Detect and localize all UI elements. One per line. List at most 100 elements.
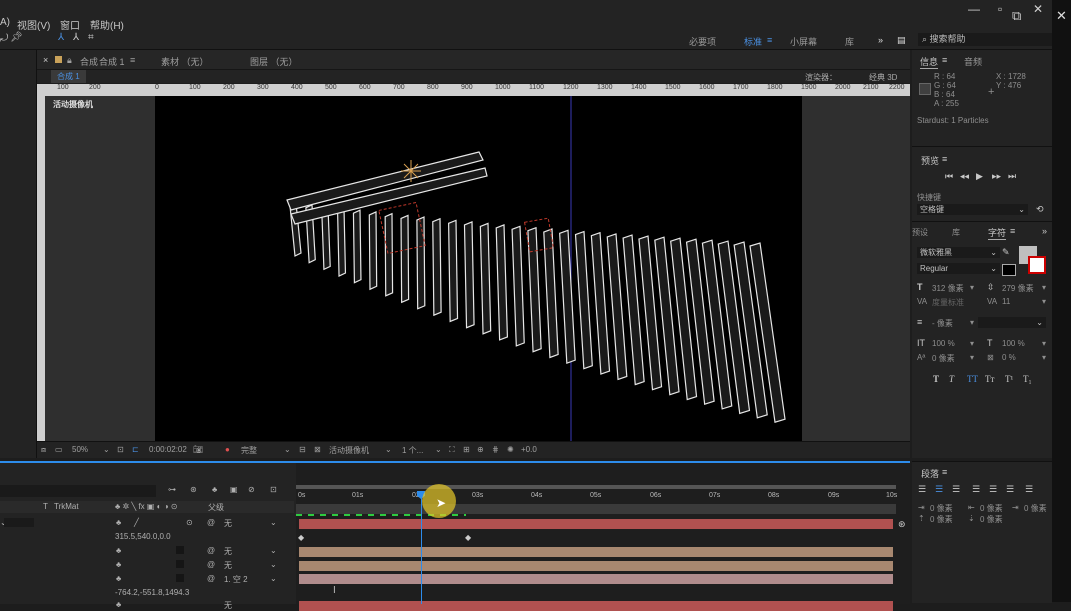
3d-glasses-icon[interactable]: ⛶	[449, 445, 455, 455]
views-select[interactable]: 1 个...	[402, 445, 423, 456]
chevron-down-icon[interactable]: ⌄	[270, 546, 277, 555]
chevron-down-icon[interactable]: ⌄	[270, 560, 277, 569]
workspace-menu-icon[interactable]: ≡	[767, 35, 772, 45]
position-value[interactable]: 315.5,540.0,0.0	[115, 532, 171, 541]
shy-layers-icon[interactable]: ♣	[212, 485, 217, 494]
chevron-down-icon[interactable]: ▾	[1042, 339, 1046, 348]
space-after-value[interactable]: 0 像素	[980, 514, 1003, 525]
pickwhip-icon[interactable]: @	[207, 560, 215, 569]
resolution-select[interactable]: 完整	[241, 445, 257, 456]
shy-icon[interactable]: ♣	[116, 600, 121, 609]
first-frame-icon[interactable]: ⏮	[945, 171, 953, 182]
flowchart-icon[interactable]: ⊞	[463, 445, 470, 454]
composition-viewer[interactable]: 100 200 0 100 200 300 400 500 600 700 80…	[37, 84, 910, 441]
layer-bar-tan[interactable]	[299, 547, 893, 557]
layer-bar-red[interactable]	[299, 519, 893, 529]
menu-view[interactable]: 视图(V)	[17, 17, 50, 32]
prev-frame-icon[interactable]: ◂◂	[960, 171, 969, 182]
faux-bold-button[interactable]: T	[933, 374, 939, 384]
chevron-down-icon[interactable]: ▾	[970, 318, 974, 327]
time-navigator[interactable]	[296, 504, 896, 514]
parent-select[interactable]: 1. 空 2	[224, 574, 248, 585]
menu-help[interactable]: 帮助(H)	[90, 17, 124, 32]
restore-down-icon[interactable]: ⧉	[1012, 8, 1021, 24]
keyframe-icon[interactable]: ◆	[465, 533, 471, 542]
view-dropdown-icon[interactable]: ⌄	[385, 445, 392, 454]
comp-tab-menu-icon[interactable]: ≡	[130, 55, 135, 65]
snapshot-icon[interactable]: 📷︎	[193, 445, 203, 454]
close-panel-icon[interactable]: ✕	[1056, 8, 1067, 24]
pin-tool-icon[interactable]: 📌︎	[10, 32, 23, 43]
roi-icon[interactable]: ⊟	[299, 445, 306, 454]
3d-layer-icon[interactable]: ⊙	[186, 518, 193, 527]
parent-select[interactable]: 无	[224, 560, 232, 571]
fit-icon[interactable]: ⊡	[117, 445, 124, 454]
checkbox[interactable]	[176, 546, 184, 554]
axis-view-icon[interactable]: ⌗	[88, 32, 94, 43]
black-swatch[interactable]	[1002, 264, 1016, 276]
monitor-icon[interactable]: ▭	[55, 445, 63, 454]
shy-icon[interactable]: ♣	[116, 560, 121, 569]
vertical-scale-value[interactable]: 100 %	[932, 339, 955, 348]
minimize-icon[interactable]: —	[968, 2, 980, 16]
more-workspaces-icon[interactable]: »	[878, 35, 883, 45]
character-menu-icon[interactable]: ≡	[1010, 226, 1015, 236]
renderer-value[interactable]: 经典 3D	[869, 72, 897, 83]
mode-dropdown[interactable]	[4, 518, 34, 527]
shortcut-select[interactable]: 空格键 ⌄	[917, 204, 1028, 215]
keyframe-icon[interactable]: ◆	[298, 533, 304, 542]
font-style-select[interactable]: Regular ⌄	[917, 263, 1000, 274]
tracking-value[interactable]: 11	[1002, 297, 1010, 306]
chevron-down-icon[interactable]: ⌄	[270, 574, 277, 583]
restore-icon[interactable]: ▫	[998, 2, 1002, 16]
justify-right-icon[interactable]: ☰	[1006, 484, 1014, 495]
more-icon[interactable]: »	[1042, 226, 1047, 236]
info-menu-icon[interactable]: ≡	[942, 55, 947, 65]
exposure-value[interactable]: +0.0	[521, 445, 537, 454]
chevron-down-icon[interactable]: ▾	[1042, 297, 1046, 306]
comp-button-icon[interactable]: ⊛	[898, 519, 906, 530]
menu-window[interactable]: 窗口	[60, 17, 80, 32]
all-caps-button[interactable]: TT	[967, 374, 978, 384]
workspace-small-screen[interactable]: 小屏幕	[790, 35, 817, 48]
close-icon[interactable]: ✕	[1033, 2, 1043, 16]
play-icon[interactable]: ▶	[976, 171, 983, 182]
close-tab-icon[interactable]: ×	[43, 55, 48, 65]
parent-select[interactable]: 无	[224, 518, 232, 529]
indent-first-value[interactable]: 0 像素	[980, 503, 1003, 514]
channel-icon[interactable]: ●	[225, 445, 230, 454]
timecode[interactable]: 0:00:02:02	[149, 445, 187, 454]
comp-tab-name[interactable]: 合成 1	[99, 55, 125, 68]
shy-icon[interactable]: ♣	[116, 574, 121, 583]
pickwhip-icon[interactable]: @	[207, 518, 215, 527]
info-tab[interactable]: 信息	[920, 55, 939, 69]
shy-icon[interactable]: ♣	[116, 518, 121, 527]
draft-3d-icon[interactable]: ⊛	[190, 485, 197, 494]
layer-bar-tan[interactable]	[299, 561, 893, 571]
indent-right-value[interactable]: 0 像素	[1024, 503, 1047, 514]
space-before-value[interactable]: 0 像素	[930, 514, 953, 525]
render-frame[interactable]	[155, 96, 802, 441]
parent-select[interactable]: 无	[224, 546, 232, 557]
kerning-value[interactable]: 度量标准	[932, 297, 964, 308]
audio-tab[interactable]: 音频	[964, 55, 982, 68]
superscript-button[interactable]: T¹	[1005, 374, 1013, 384]
breadcrumb[interactable]: 合成 1	[51, 70, 86, 83]
reset-exposure-icon[interactable]: ⊕	[477, 445, 484, 454]
motion-blur-icon[interactable]: ⊘	[248, 485, 255, 494]
pickwhip-icon[interactable]: @	[207, 546, 215, 555]
transparency-icon[interactable]: ⊠	[314, 445, 321, 454]
axis-world-icon[interactable]: ⅄	[73, 32, 79, 43]
layer-bar-pink[interactable]	[299, 574, 893, 584]
paragraph-menu-icon[interactable]: ≡	[942, 467, 947, 477]
justify-left-icon[interactable]: ☰	[972, 484, 980, 495]
frame-blending-icon[interactable]: ▣	[230, 485, 238, 494]
small-caps-button[interactable]: Tт	[985, 374, 994, 384]
preview-menu-icon[interactable]: ≡	[942, 154, 947, 164]
layer-tab[interactable]: 图层 （无）	[250, 55, 298, 68]
indent-left-value[interactable]: 0 像素	[930, 503, 953, 514]
faux-italic-button[interactable]: T	[949, 374, 954, 384]
chevron-down-icon[interactable]: ▾	[970, 353, 974, 362]
chevron-down-icon[interactable]: ▾	[970, 339, 974, 348]
graph-editor-icon[interactable]: ⊡	[270, 485, 277, 494]
